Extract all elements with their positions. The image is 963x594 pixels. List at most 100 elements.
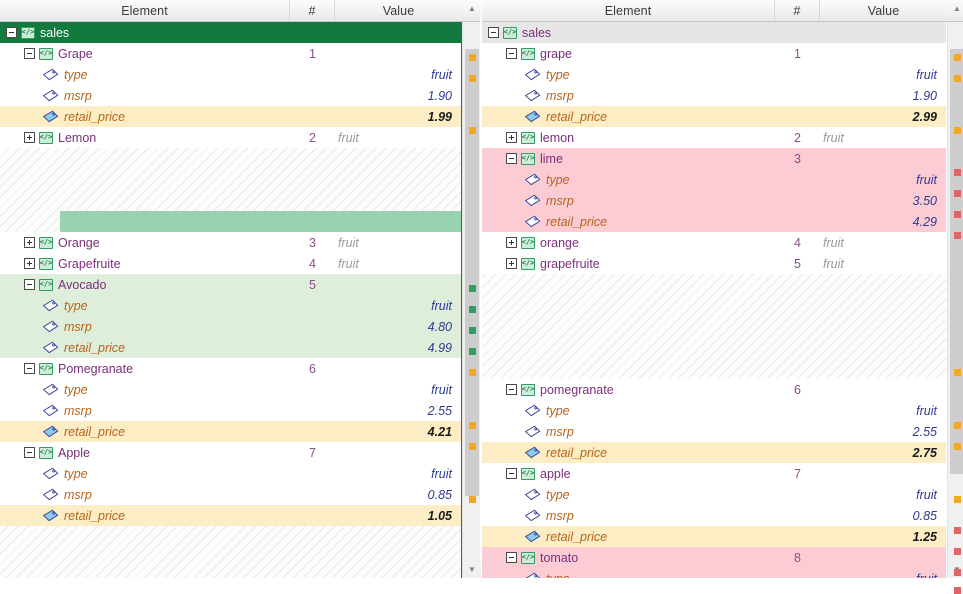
diff-marker[interactable] — [954, 422, 961, 429]
tree-row-attribute[interactable]: msrp 0.85 — [482, 505, 946, 526]
diff-marker[interactable] — [954, 443, 961, 450]
diff-marker[interactable] — [469, 348, 476, 355]
diff-marker[interactable] — [954, 548, 961, 555]
diff-marker[interactable] — [469, 306, 476, 313]
tree-row-element[interactable]: </> tomato 8 — [482, 547, 946, 568]
scroll-down-arrow-icon[interactable]: ▼ — [463, 561, 481, 578]
collapse-node-icon[interactable] — [6, 27, 17, 38]
tree-row-attribute[interactable]: retail_price 1.99 — [0, 106, 461, 127]
tree-row-element[interactable]: </> grapefruite 5 fruit — [482, 253, 946, 274]
tree-row-attribute[interactable]: msrp 0.85 — [0, 484, 461, 505]
expand-node-icon[interactable] — [24, 258, 35, 269]
tree-row-element[interactable]: </> Orange 3 fruit — [0, 232, 461, 253]
tree-row-attribute[interactable]: retail_price 2.99 — [482, 106, 946, 127]
tree-row-attribute[interactable]: retail_price 2.75 — [482, 442, 946, 463]
left-vertical-scrollbar[interactable]: ▲ ▼ — [462, 0, 481, 578]
collapse-node-icon[interactable] — [24, 48, 35, 59]
left-tree-grid[interactable]: </> sales </> Grape 1 type fruit msrp 1.90 retail… — [0, 22, 462, 578]
expand-node-icon[interactable] — [506, 237, 517, 248]
tree-row-attribute[interactable]: type fruit — [482, 484, 946, 505]
tree-row-attribute[interactable]: retail_price 1.25 — [482, 526, 946, 547]
diff-marker[interactable] — [954, 54, 961, 61]
collapse-node-icon[interactable] — [506, 153, 517, 164]
tree-row-element[interactable]: </> sales — [0, 22, 461, 43]
tree-row-element[interactable]: </> orange 4 fruit — [482, 232, 946, 253]
diff-marker[interactable] — [469, 443, 476, 450]
tree-row-attribute[interactable]: msrp 2.55 — [0, 400, 461, 421]
column-header-number[interactable]: # — [775, 0, 820, 21]
collapse-node-icon[interactable] — [506, 384, 517, 395]
scroll-up-arrow-icon[interactable]: ▲ — [463, 0, 481, 17]
column-header-value[interactable]: Value — [335, 0, 462, 21]
expand-node-icon[interactable] — [24, 237, 35, 248]
diff-marker[interactable] — [469, 422, 476, 429]
collapse-node-icon[interactable] — [488, 27, 499, 38]
diff-marker[interactable] — [469, 327, 476, 334]
diff-marker[interactable] — [954, 369, 961, 376]
collapse-node-icon[interactable] — [506, 552, 517, 563]
expand-node-icon[interactable] — [506, 258, 517, 269]
tree-row-attribute[interactable]: retail_price 4.29 — [482, 211, 946, 232]
tree-row-element[interactable]: </> grape 1 — [482, 43, 946, 64]
collapse-node-icon[interactable] — [24, 363, 35, 374]
collapse-node-icon[interactable] — [24, 279, 35, 290]
tree-row-attribute[interactable]: type fruit — [482, 64, 946, 85]
diff-marker[interactable] — [954, 75, 961, 82]
tree-row-attribute[interactable]: type fruit — [0, 295, 461, 316]
tree-row-element[interactable]: </> lime 3 — [482, 148, 946, 169]
tree-row-element[interactable]: </> pomegranate 6 — [482, 379, 946, 400]
tree-row-element[interactable]: </> Grapefruite 4 fruit — [0, 253, 461, 274]
tree-row-attribute[interactable]: retail_price 1.05 — [0, 505, 461, 526]
tree-row-element[interactable]: </> lemon 2 fruit — [482, 127, 946, 148]
diff-marker[interactable] — [954, 169, 961, 176]
tree-row-attribute[interactable]: msrp 4.80 — [0, 316, 461, 337]
tree-row-attribute[interactable]: msrp 1.90 — [482, 85, 946, 106]
tree-row-attribute[interactable]: msrp 3.50 — [482, 190, 946, 211]
tree-row-element[interactable]: </> Avocado 5 — [0, 274, 461, 295]
diff-marker[interactable] — [954, 527, 961, 534]
diff-marker[interactable] — [954, 127, 961, 134]
scroll-up-arrow-icon[interactable]: ▲ — [948, 0, 963, 17]
scrollbar-thumb[interactable] — [950, 49, 963, 474]
collapse-node-icon[interactable] — [24, 447, 35, 458]
column-header-element[interactable]: Element — [482, 0, 775, 21]
diff-marker[interactable] — [954, 569, 961, 576]
tree-row-element[interactable]: </> sales — [482, 22, 946, 43]
tree-row-attribute[interactable]: retail_price 4.21 — [0, 421, 461, 442]
right-vertical-scrollbar[interactable]: ▲ ▼ — [947, 0, 963, 594]
diff-marker[interactable] — [954, 232, 961, 239]
collapse-node-icon[interactable] — [506, 468, 517, 479]
node-value-cell — [335, 442, 461, 463]
diff-marker[interactable] — [469, 369, 476, 376]
tree-row-element[interactable]: </> apple 7 — [482, 463, 946, 484]
expand-node-icon[interactable] — [24, 132, 35, 143]
diff-marker[interactable] — [954, 587, 961, 594]
collapse-node-icon[interactable] — [506, 48, 517, 59]
tree-row-attribute[interactable]: type fruit — [0, 463, 461, 484]
tree-row-element[interactable]: </> Lemon 2 fruit — [0, 127, 461, 148]
diff-marker[interactable] — [469, 285, 476, 292]
tree-row-attribute[interactable]: type fruit — [0, 64, 461, 85]
column-header-value[interactable]: Value — [820, 0, 947, 21]
diff-marker[interactable] — [954, 190, 961, 197]
tree-row-attribute[interactable]: type fruit — [482, 169, 946, 190]
diff-marker[interactable] — [954, 211, 961, 218]
tree-row-attribute[interactable]: type fruit — [482, 568, 946, 578]
right-tree-grid[interactable]: </> sales </> grape 1 type fruit msrp 1.90 retail… — [482, 22, 947, 578]
column-header-element[interactable]: Element — [0, 0, 290, 21]
tree-row-element[interactable]: </> Grape 1 — [0, 43, 461, 64]
diff-marker[interactable] — [469, 127, 476, 134]
tree-row-attribute[interactable]: msrp 1.90 — [0, 85, 461, 106]
expand-node-icon[interactable] — [506, 132, 517, 143]
tree-row-attribute[interactable]: type fruit — [482, 400, 946, 421]
tree-row-attribute[interactable]: retail_price 4.99 — [0, 337, 461, 358]
diff-marker[interactable] — [469, 75, 476, 82]
diff-marker[interactable] — [469, 54, 476, 61]
diff-marker[interactable] — [469, 496, 476, 503]
column-header-number[interactable]: # — [290, 0, 335, 21]
diff-marker[interactable] — [954, 496, 961, 503]
tree-row-attribute[interactable]: msrp 2.55 — [482, 421, 946, 442]
tree-row-element[interactable]: </> Apple 7 — [0, 442, 461, 463]
tree-row-element[interactable]: </> Pomegranate 6 — [0, 358, 461, 379]
tree-row-attribute[interactable]: type fruit — [0, 379, 461, 400]
